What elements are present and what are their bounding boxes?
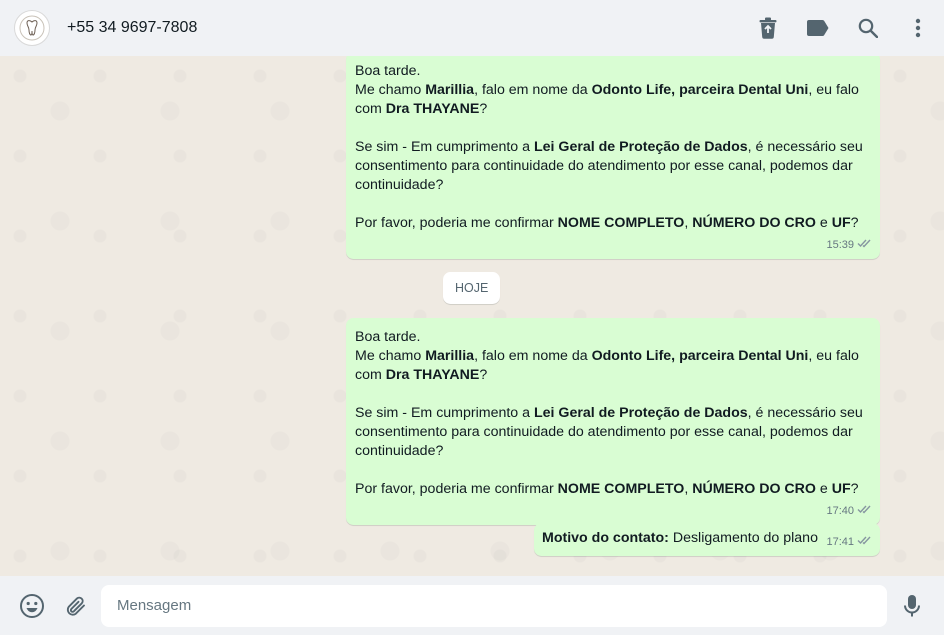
message-time: 17:41 (826, 536, 854, 548)
message-bold-run: Dra THAYANE (385, 367, 480, 383)
message-run: Se sim - Em cumprimento a (355, 139, 534, 155)
menu-icon[interactable] (906, 16, 930, 40)
message-run: e (815, 481, 832, 497)
message-paragraph (355, 195, 870, 214)
message-paragraph: Por favor, poderia me confirmar NOME COM… (355, 480, 870, 499)
paperclip-icon[interactable] (54, 586, 98, 626)
message-run: ? (479, 101, 488, 117)
message-run: Por favor, poderia me confirmar (355, 215, 558, 231)
message-text: Boa tarde. Me chamo Marillia, falo em nom… (355, 328, 870, 499)
message-bold-run: Marillia (425, 82, 475, 98)
contact-name[interactable]: +55 34 9697-7808 (67, 19, 197, 37)
message-bold-run: Lei Geral de Proteção de Dados (533, 405, 748, 421)
message-paragraph: Me chamo Marillia, falo em nome da Odont… (355, 81, 870, 119)
message-bold-run: Odonto Life, parceira Dental Uni (591, 82, 809, 98)
message-paragraph: Por favor, poderia me confirmar NOME COM… (355, 214, 870, 233)
message-run: Me chamo (355, 348, 426, 364)
message-paragraph: Boa tarde. (355, 62, 870, 81)
message-run: , falo em nome da (474, 82, 592, 98)
message-bold-run: Lei Geral de Proteção de Dados (533, 139, 748, 155)
message-paragraph (355, 461, 870, 480)
search-icon[interactable] (856, 16, 880, 40)
message-run: , falo em nome da (474, 348, 592, 364)
double-check-icon (857, 236, 872, 255)
message-bold-run: NOME COMPLETO (557, 481, 685, 497)
message-time: 17:40 (826, 505, 854, 517)
message-bold-run: Odonto Life, parceira Dental Uni (591, 348, 809, 364)
message-run: Desligamento do plano (668, 530, 818, 546)
tooth-logo-icon (19, 15, 45, 41)
message-bold-run: Dra THAYANE (385, 101, 480, 117)
message-run: Me chamo (355, 82, 426, 98)
message-text: Motivo do contato: Desligamento do plano (542, 529, 818, 548)
message-bold-run: NÚMERO DO CRO (692, 481, 816, 497)
microphone-icon[interactable] (890, 586, 934, 626)
double-check-icon (857, 502, 872, 521)
message-text: Boa tarde. Me chamo Marillia, falo em nom… (355, 62, 870, 233)
header-actions (756, 16, 930, 40)
emoji-icon[interactable] (10, 586, 54, 626)
message-paragraph (355, 119, 870, 138)
message-bubble[interactable]: Boa tarde. Me chamo Marillia, falo em nom… (346, 318, 880, 525)
message-run: e (815, 215, 832, 231)
message-run: Por favor, poderia me confirmar (355, 481, 558, 497)
date-divider: HOJE (443, 272, 501, 304)
message-bold-run: UF (831, 215, 851, 231)
label-icon[interactable] (806, 16, 830, 40)
message-meta: 17:41 (826, 533, 872, 552)
message-meta: 17:40 (826, 502, 872, 521)
message-run: Se sim - Em cumprimento a (355, 405, 534, 421)
message-bold-run: Motivo do contato: (542, 530, 669, 546)
message-paragraph: Se sim - Em cumprimento a Lei Geral de P… (355, 138, 870, 195)
message-paragraph: Motivo do contato: Desligamento do plano (542, 529, 818, 548)
message-input[interactable] (101, 584, 887, 627)
message-run: ? (850, 481, 859, 497)
message-run: ? (850, 215, 859, 231)
message-bold-run: Marillia (425, 348, 475, 364)
chat-header: +55 34 9697-7808 (0, 0, 944, 56)
message-run: ? (479, 367, 488, 383)
message-bold-run: UF (831, 481, 851, 497)
double-check-icon (857, 533, 872, 552)
message-paragraph (355, 385, 870, 404)
message-time: 15:39 (826, 239, 854, 251)
message-run: Boa tarde. (355, 329, 421, 345)
message-bubble[interactable]: Motivo do contato: Desligamento do plano… (534, 523, 880, 556)
message-paragraph: Se sim - Em cumprimento a Lei Geral de P… (355, 404, 870, 461)
message-bold-run: NOME COMPLETO (557, 215, 685, 231)
message-bold-run: NÚMERO DO CRO (692, 215, 816, 231)
contact-avatar[interactable] (14, 10, 50, 46)
message-bubble[interactable]: Boa tarde. Me chamo Marillia, falo em nom… (346, 56, 880, 259)
trash-icon[interactable] (756, 16, 780, 40)
message-paragraph: Boa tarde. (355, 328, 870, 347)
composer-bar (0, 576, 944, 635)
message-run: Boa tarde. (355, 63, 421, 79)
message-meta: 15:39 (826, 236, 872, 255)
message-paragraph: Me chamo Marillia, falo em nome da Odont… (355, 347, 870, 385)
chat-area[interactable]: Boa tarde. Me chamo Marillia, falo em nom… (0, 56, 944, 576)
